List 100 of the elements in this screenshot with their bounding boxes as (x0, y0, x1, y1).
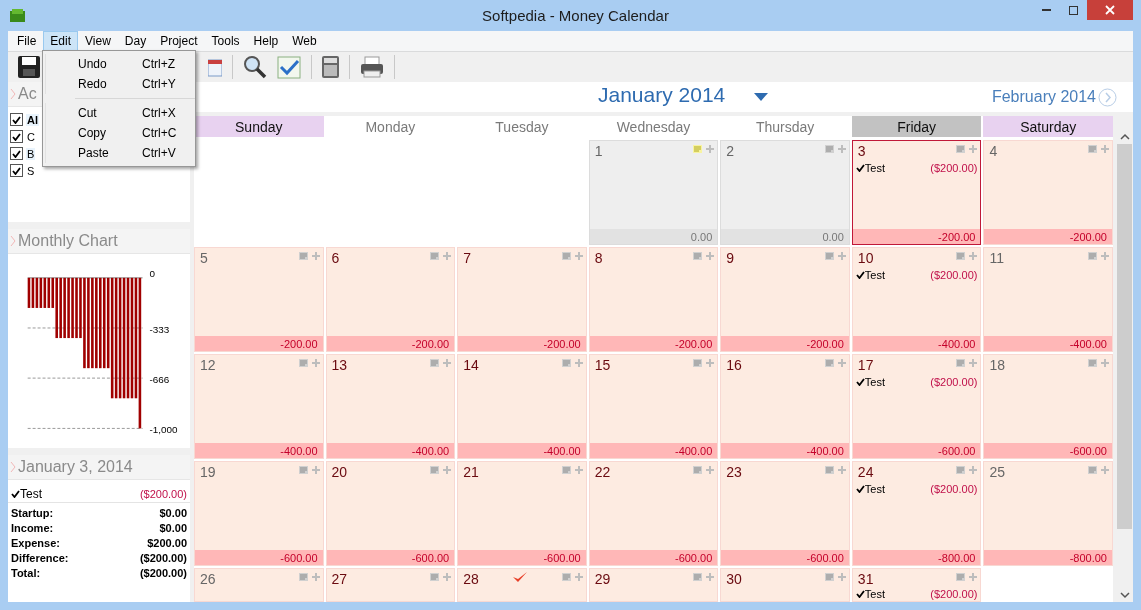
plus-icon[interactable] (311, 466, 320, 474)
plus-icon[interactable] (837, 145, 846, 153)
checkbox[interactable] (10, 147, 23, 160)
note-icon[interactable] (298, 252, 308, 260)
plus-icon[interactable] (706, 145, 715, 153)
day-cell[interactable]: 26 (194, 568, 324, 602)
plus-icon[interactable] (443, 252, 452, 260)
plus-icon[interactable] (574, 573, 583, 581)
day-cell[interactable]: 22 -600.00 (588, 461, 719, 566)
note-icon[interactable] (298, 359, 308, 367)
month-dropdown[interactable] (754, 93, 768, 101)
printer-icon[interactable] (360, 56, 384, 78)
chevron-icon[interactable] (10, 234, 16, 247)
chevron-icon[interactable] (10, 461, 16, 473)
menu-option[interactable]: Paste Ctrl+V (45, 143, 195, 163)
note-icon[interactable] (693, 252, 703, 260)
day-cell[interactable]: 4 -200.00 (983, 140, 1113, 245)
note-icon[interactable] (693, 145, 703, 153)
checked-calendar-icon[interactable] (277, 55, 301, 79)
day-cell[interactable]: 7 -200.00 (457, 247, 587, 352)
save-icon[interactable] (18, 56, 40, 78)
plus-icon[interactable] (574, 359, 583, 367)
note-icon[interactable] (956, 252, 966, 260)
menu-item[interactable]: Web (285, 31, 324, 51)
plus-icon[interactable] (837, 252, 846, 260)
note-icon[interactable] (561, 573, 571, 581)
day-cell[interactable]: 9 -200.00 (720, 247, 850, 352)
menu-item[interactable]: File (10, 31, 44, 51)
note-icon[interactable] (824, 573, 834, 581)
checkbox[interactable] (10, 164, 23, 177)
note-icon[interactable] (298, 573, 308, 581)
day-cell[interactable]: 20 -600.00 (325, 461, 456, 566)
plus-icon[interactable] (706, 359, 715, 367)
calendar-icon[interactable] (208, 57, 222, 77)
checkbox[interactable] (10, 130, 23, 143)
magnifier-icon[interactable] (243, 55, 267, 79)
note-icon[interactable] (298, 466, 308, 474)
calculator-icon[interactable] (322, 56, 339, 78)
menu-item[interactable]: Tools (204, 31, 247, 51)
note-icon[interactable] (561, 466, 571, 474)
plus-icon[interactable] (443, 359, 452, 367)
note-icon[interactable] (956, 573, 966, 581)
day-cell[interactable]: 1 0.00 (588, 140, 719, 245)
plus-icon[interactable] (1101, 359, 1109, 367)
day-cell[interactable]: 17 Test ($200.00) -600.00 (851, 354, 982, 459)
note-icon[interactable] (430, 573, 440, 581)
day-cell[interactable]: 19 -600.00 (194, 461, 324, 566)
day-cell[interactable]: 2 0.00 (720, 140, 850, 245)
scrollbar-thumb[interactable] (1117, 144, 1132, 529)
note-icon[interactable] (824, 359, 834, 367)
menu-item[interactable]: Day (117, 31, 154, 51)
plus-icon[interactable] (969, 359, 978, 367)
checkbox[interactable] (10, 113, 23, 126)
menu-item[interactable]: Edit (43, 31, 79, 51)
note-icon[interactable] (693, 573, 703, 581)
day-cell[interactable]: 6 -200.00 (325, 247, 456, 352)
note-icon[interactable] (561, 252, 571, 260)
plus-icon[interactable] (837, 573, 846, 581)
day-cell[interactable]: 5 -200.00 (194, 247, 324, 352)
day-cell[interactable]: 10 Test ($200.00) -400.00 (851, 247, 982, 352)
day-cell[interactable]: 8 -200.00 (588, 247, 719, 352)
day-cell[interactable]: 16 -400.00 (720, 354, 850, 459)
note-icon[interactable] (1088, 145, 1097, 153)
menu-option[interactable]: Copy Ctrl+C (45, 123, 195, 143)
day-cell[interactable]: 30 (720, 568, 850, 602)
plus-icon[interactable] (1101, 252, 1109, 260)
plus-icon[interactable] (574, 466, 583, 474)
day-cell[interactable]: 23 -600.00 (720, 461, 850, 566)
close-button[interactable] (1087, 0, 1133, 20)
day-cell[interactable]: 29 (588, 568, 719, 602)
chevron-icon[interactable] (10, 88, 16, 100)
day-cell[interactable]: 11 -400.00 (983, 247, 1113, 352)
plus-icon[interactable] (837, 466, 846, 474)
menu-item[interactable]: Help (246, 31, 286, 51)
note-icon[interactable] (824, 466, 834, 474)
menu-option[interactable]: Redo Ctrl+Y (45, 74, 195, 94)
day-cell[interactable]: 18 -600.00 (983, 354, 1113, 459)
plus-icon[interactable] (969, 252, 978, 260)
plus-icon[interactable] (1101, 466, 1109, 474)
day-cell[interactable]: 28 (457, 568, 587, 602)
plus-icon[interactable] (706, 573, 715, 581)
note-icon[interactable] (1088, 466, 1097, 474)
note-icon[interactable] (1088, 252, 1097, 260)
plus-icon[interactable] (311, 359, 320, 367)
note-icon[interactable] (430, 252, 440, 260)
note-icon[interactable] (824, 145, 834, 153)
plus-icon[interactable] (311, 573, 320, 581)
day-cell[interactable]: 31 Test ($200.00) (851, 568, 982, 602)
plus-icon[interactable] (1101, 145, 1109, 153)
plus-icon[interactable] (706, 466, 715, 474)
plus-icon[interactable] (706, 252, 715, 260)
note-icon[interactable] (824, 252, 834, 260)
plus-icon[interactable] (443, 573, 452, 581)
menu-item[interactable]: View (78, 31, 118, 51)
menu-option[interactable]: Undo Ctrl+Z (45, 54, 195, 74)
plus-icon[interactable] (837, 359, 846, 367)
day-cell[interactable]: 27 (325, 568, 456, 602)
menu-option[interactable]: Cut Ctrl+X (45, 103, 195, 123)
next-month-link[interactable]: February 2014 (991, 87, 1117, 107)
day-cell[interactable]: 24 Test ($200.00) -800.00 (851, 461, 982, 566)
